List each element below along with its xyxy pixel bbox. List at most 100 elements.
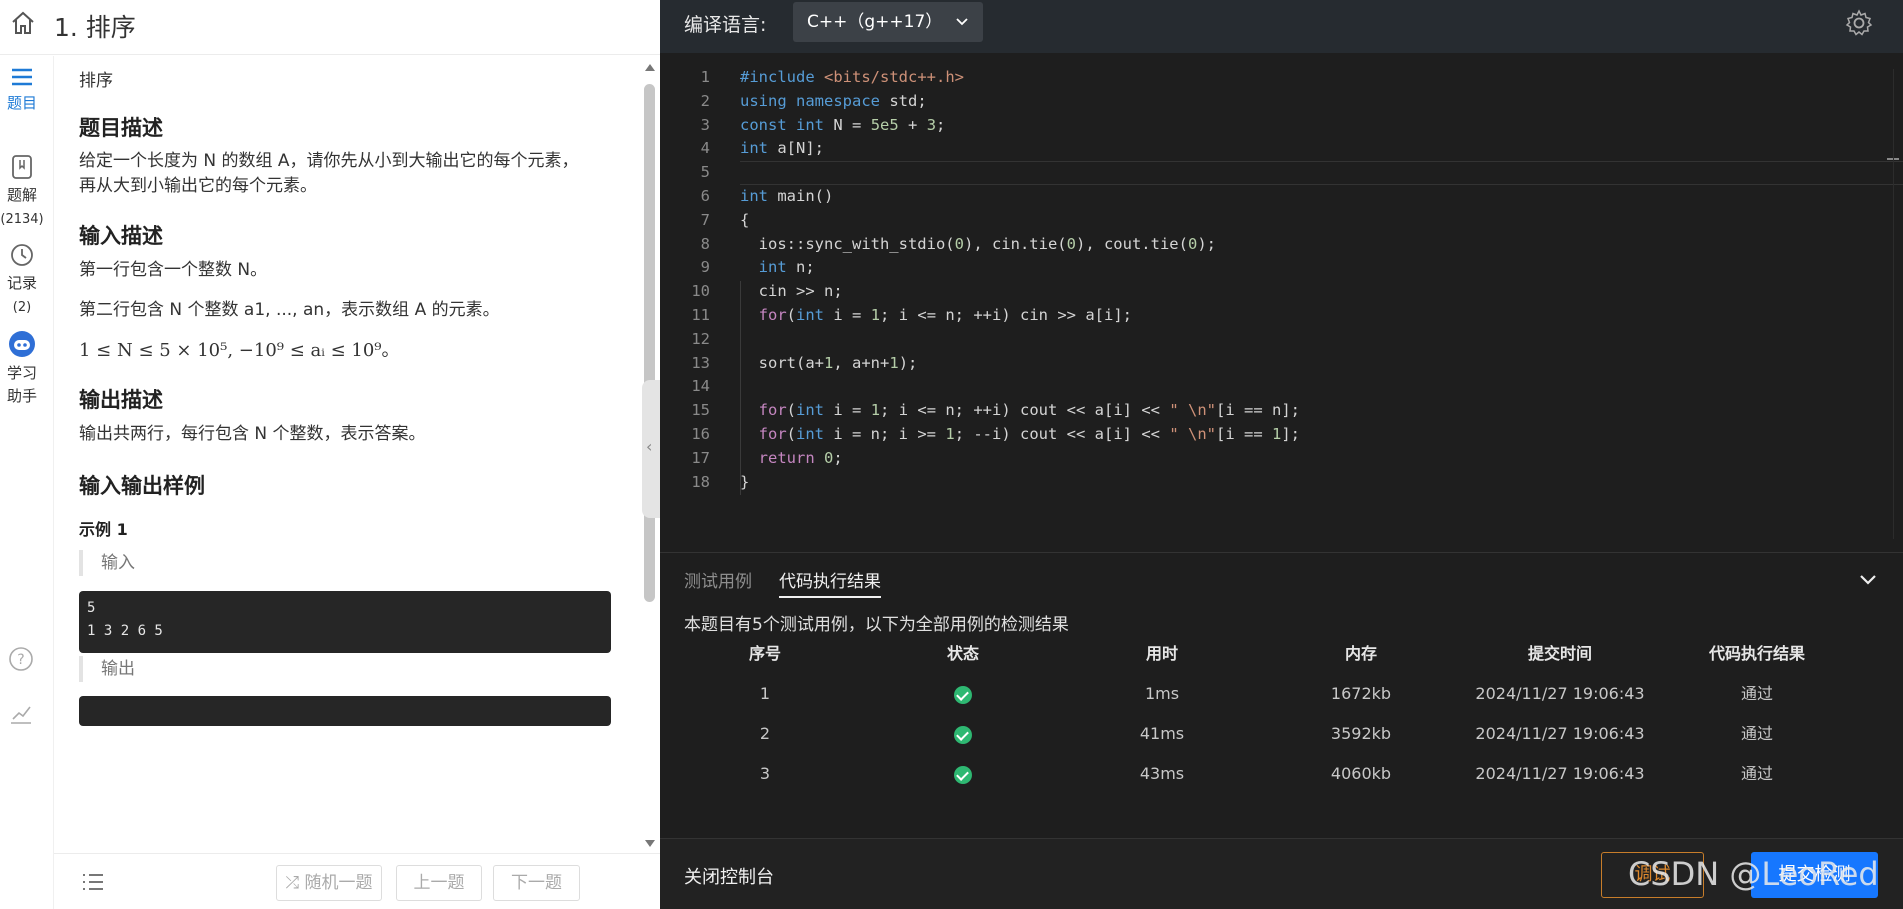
line-number: 2 [700,91,710,110]
description-line-2: 再从大到小输出它的每个元素。 [79,176,317,196]
row-status [903,674,1023,714]
line-number: 5 [700,163,710,182]
scroll-down-arrow[interactable] [645,840,655,847]
row-memory: 4060kb [1330,764,1392,783]
table-header-cell: 状态 [946,644,979,663]
editor-scrollbar[interactable] [1893,69,1903,539]
input-line-1: 第一行包含一个整数 N。 [79,260,268,280]
line-number: 12 [691,329,710,348]
line-number: 9 [700,258,710,277]
row-submitted: 2024/11/27 19:06:43 [1475,764,1645,783]
problem-pane: 1. 排序 题目 题解 (2134) 记录 (2) 学习助手 ? 排序 题目描述… [0,0,660,909]
tab-result[interactable]: 代码执行结果 [779,567,881,598]
code-text[interactable]: #include <bits/stdc++.h> using namespace … [740,66,1300,494]
row-status [903,754,1023,794]
line-number: 18 [691,472,710,491]
line-number: 17 [691,448,710,467]
problem-nav-bar: ⤮ 随机一题 上一题 下一题 [54,853,660,909]
check-circle-icon [954,765,972,784]
sample-output[interactable] [79,696,611,726]
table-header-cell: 序号 [748,644,781,663]
constraint: 1 ≤ N ≤ 5 × 10⁵, −10⁹ ≤ aᵢ ≤ 10⁹。 [79,340,400,361]
rail-item-problem[interactable]: 题目 [0,66,44,115]
line-number: 7 [700,210,710,229]
row-id: 2 [759,724,771,743]
line-number: 15 [691,401,710,420]
language-select[interactable]: C++（g++17） [793,2,983,42]
table-row: 3 43ms 4060kb 2024/11/27 19:06:43 通过 [660,754,1903,794]
io-heading: 输入输出样例 [79,474,205,498]
output-line: 输出共两行，每行包含 N 个整数，表示答案。 [79,424,426,444]
row-submitted: 2024/11/27 19:06:43 [1475,724,1645,743]
page-title: 1. 排序 [54,13,136,42]
line-number: 13 [691,353,710,372]
history-icon [11,244,33,266]
scroll-up-arrow[interactable] [645,64,655,71]
tab-testcases[interactable]: 测试用例 [684,567,752,592]
line-number: 14 [691,377,710,396]
close-console-button[interactable]: 关闭控制台 [684,863,774,889]
rail-item-solutions[interactable]: 题解 (2134) [0,154,44,231]
rail-item-assistant[interactable]: 学习助手 [0,330,44,408]
row-time: 41ms [1139,724,1185,743]
line-number: 16 [691,424,710,443]
row-status [903,714,1023,754]
table-header-cell: 代码执行结果 [1708,644,1805,663]
next-problem-button[interactable]: 下一题 [493,865,580,901]
check-circle-icon [954,725,972,744]
list-icon [12,68,32,86]
line-number: 3 [700,115,710,134]
solution-icon [12,155,32,179]
problem-list-icon[interactable] [81,872,105,892]
table-header-row: 序号 状态 用时 内存 提交时间 代码执行结果 [660,634,1903,674]
console-panel: 测试用例 代码执行结果 本题目有5个测试用例，以下为全部用例的检测结果 序号 状态… [660,552,1903,838]
breadcrumb: 排序 [79,71,113,91]
table-row: 2 41ms 3592kb 2024/11/27 19:06:43 通过 [660,714,1903,754]
example-heading: 示例 1 [79,520,128,539]
input-line-2: 第二行包含 N 个整数 a1, ..., an，表示数组 A 的元素。 [79,300,500,320]
chevron-down-icon[interactable] [1859,573,1877,587]
editor-footer: 关闭控制台 调试 提交检测 CSDN @LeoRed [660,838,1903,909]
help-icon[interactable]: ? [8,646,34,672]
output-label: 输出 [79,656,135,682]
table-header-cell: 提交时间 [1527,644,1592,663]
problem-content: 排序 题目描述 给定一个长度为 N 的数组 A，请你先从小到大输出它的每个元素，… [54,56,641,853]
chevron-down-icon [956,18,968,26]
line-number: 10 [691,282,710,301]
prev-problem-button[interactable]: 上一题 [396,865,482,901]
sample-input[interactable]: 5 1 3 2 6 5 [79,591,611,653]
row-memory: 1672kb [1330,684,1392,703]
line-number: 8 [700,234,710,253]
scroll-thumb[interactable] [644,84,655,602]
svg-text:?: ? [17,652,24,668]
stats-icon[interactable] [8,701,34,727]
line-number: 1 [700,68,710,86]
editor-header: 编译语言: C++（g++17） [660,0,1903,53]
result-summary: 本题目有5个测试用例，以下为全部用例的检测结果 [684,615,1069,635]
row-result: 通过 [1740,724,1773,743]
problem-header: 1. 排序 [0,0,660,55]
row-result: 通过 [1740,764,1773,783]
shuffle-icon: ⤮ [285,873,305,893]
line-gutter: 1 2 3 4 5 6 7 8 9 10 11 12 13 14 15 16 17 18 [660,66,710,494]
row-time: 43ms [1139,764,1185,783]
home-icon[interactable] [10,10,36,36]
code-editor[interactable]: 1 2 3 4 5 6 7 8 9 10 11 12 13 14 15 16 17 18 #include <bi… [660,53,1903,551]
description-heading: 题目描述 [79,116,163,140]
row-time: 1ms [1144,684,1180,703]
row-id: 1 [759,684,771,703]
rail-item-history[interactable]: 记录 (2) [0,242,44,319]
robot-icon [9,331,35,357]
collapse-handle[interactable]: ‹ [642,380,660,518]
output-heading: 输出描述 [79,388,163,412]
line-number: 11 [691,305,710,324]
language-label: 编译语言: [684,14,767,36]
row-submitted: 2024/11/27 19:06:43 [1475,684,1645,703]
table-header-cell: 内存 [1344,644,1377,663]
gear-icon[interactable] [1845,9,1873,37]
random-problem-button[interactable]: ⤮ 随机一题 [276,865,382,901]
row-result: 通过 [1740,684,1773,703]
watermark: CSDN @LeoRed [1628,855,1879,893]
input-label: 输入 [79,550,135,576]
line-number: 6 [700,186,710,205]
